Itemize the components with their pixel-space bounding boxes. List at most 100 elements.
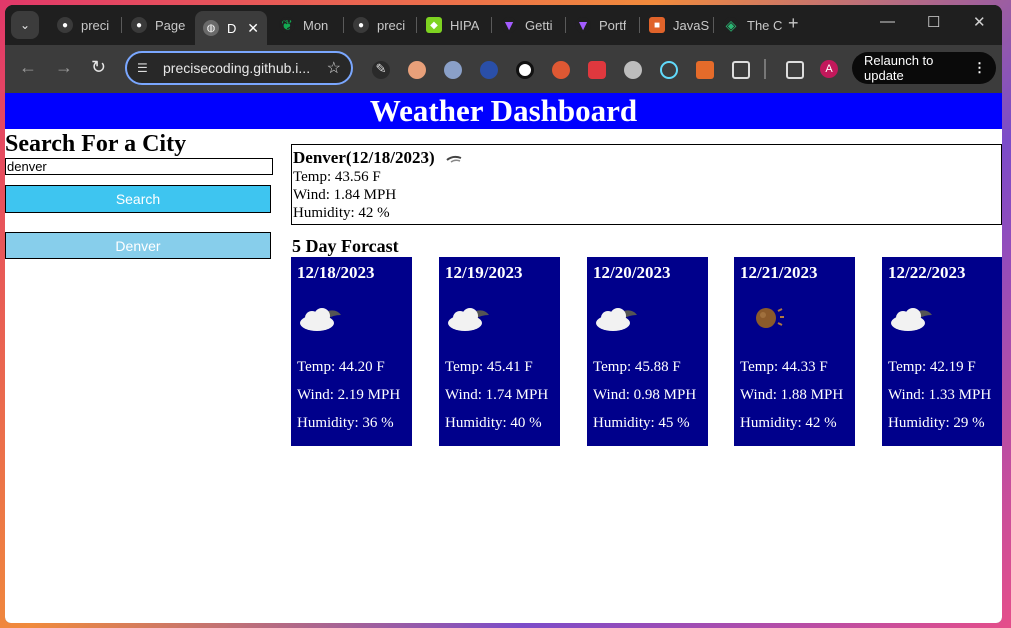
back-arrow-icon[interactable]: ←: [19, 57, 37, 78]
tab-title: Mon: [303, 17, 329, 33]
lock-extension-icon[interactable]: [516, 61, 534, 79]
current-temp: Temp: 43.56 F: [293, 169, 381, 185]
forecast-date: 12/21/2023: [740, 263, 818, 282]
tab-title: Page: [155, 17, 186, 33]
vite-icon: ▼: [501, 17, 517, 33]
globe-icon: ◍: [203, 20, 219, 36]
tab-title: The C: [747, 17, 783, 33]
search-sidebar: Search For a City Search Denver: [5, 129, 275, 259]
forecast-temp: Temp: 44.20 F: [297, 359, 385, 375]
forecast-temp: Temp: 45.41 F: [445, 359, 533, 375]
tab-github-pages[interactable]: ● Page: [123, 11, 195, 39]
github-icon: ●: [131, 17, 147, 33]
search-button[interactable]: Search: [5, 185, 271, 213]
current-humidity: Humidity: 42 %: [293, 205, 390, 221]
tab-strip: ⌄ ● preci ● Page ◍ D ✕ ❦ Mon ● preci ◆ H…: [5, 5, 1002, 45]
forecast-date: 12/18/2023: [297, 263, 375, 282]
tab-separator: [343, 17, 344, 33]
tab-title: D: [227, 20, 237, 36]
github-icon: ●: [57, 17, 73, 33]
js-icon: ■: [649, 17, 665, 33]
forecast-card: 12/19/2023 Temp: 45.41 F Wind: 1.74 MPH …: [439, 257, 560, 446]
forward-arrow-icon[interactable]: →: [55, 57, 73, 78]
duckduckgo-icon[interactable]: [552, 61, 570, 79]
tab-title: JavaS: [673, 17, 710, 33]
history-city-button[interactable]: Denver: [5, 232, 271, 259]
toolbar-divider: [764, 59, 766, 79]
tab-hipaa[interactable]: ◆ HIPA: [418, 11, 490, 39]
current-weather-heading: Denver(12/18/2023): [293, 148, 1001, 168]
tab-github-2[interactable]: ● preci: [345, 11, 415, 39]
layers-icon: ◈: [723, 17, 739, 33]
mongodb-leaf-icon: ❦: [279, 17, 295, 33]
tab-the-c[interactable]: ◈ The C: [715, 11, 783, 39]
forecast-temp: Temp: 44.33 F: [740, 359, 828, 375]
address-bar[interactable]: ☰ precisecoding.github.i... ☆: [125, 51, 353, 85]
forecast-wind: Wind: 0.98 MPH: [593, 387, 697, 403]
relaunch-label: Relaunch to update: [864, 53, 934, 83]
bookmark-star-icon[interactable]: ☆: [327, 58, 341, 78]
menu-dots-icon[interactable]: ⋮: [973, 60, 986, 76]
forecast-humidity: Humidity: 45 %: [593, 415, 690, 431]
search-heading: Search For a City: [5, 131, 187, 157]
forecast-temp: Temp: 42.19 F: [888, 359, 976, 375]
tab-getting-started[interactable]: ▼ Getti: [493, 11, 563, 39]
eyedropper-extension-icon[interactable]: ✎: [372, 61, 390, 79]
forecast-date: 12/22/2023: [888, 263, 966, 282]
profile-avatar[interactable]: A: [820, 60, 838, 78]
tab-github-1[interactable]: ● preci: [49, 11, 119, 39]
tab-separator: [491, 17, 492, 33]
react-devtools-icon[interactable]: [660, 61, 678, 79]
city-search-input[interactable]: [5, 158, 273, 175]
tab-title: preci: [377, 17, 406, 33]
cloudy-night-icon: [445, 283, 560, 353]
tab-mongodb[interactable]: ❦ Mon: [271, 11, 341, 39]
page-content: Weather Dashboard Search For a City Sear…: [5, 93, 1002, 623]
cloudy-night-icon: [593, 283, 708, 353]
current-wind: Wind: 1.84 MPH: [293, 187, 397, 203]
extension-icon[interactable]: [588, 61, 606, 79]
clear-night-icon: [446, 155, 461, 163]
tab-search-button[interactable]: ⌄: [11, 11, 39, 39]
forecast-date: 12/19/2023: [445, 263, 523, 282]
extension-icon[interactable]: [408, 61, 426, 79]
tab-separator: [713, 17, 714, 33]
shield-extension-icon[interactable]: [444, 61, 462, 79]
minimize-icon[interactable]: —: [880, 13, 895, 30]
cloudy-night-icon: [297, 283, 412, 353]
tab-separator: [121, 17, 122, 33]
forecast-card: 12/20/2023 Temp: 45.88 F Wind: 0.98 MPH …: [587, 257, 708, 446]
forecast-date: 12/20/2023: [593, 263, 671, 282]
site-settings-icon[interactable]: ☰: [137, 61, 153, 75]
reload-icon[interactable]: ↻: [91, 57, 106, 78]
extension-icon[interactable]: [480, 61, 498, 79]
tab-portfolio[interactable]: ▼ Portf: [567, 11, 637, 39]
new-tab-plus-icon[interactable]: +: [788, 13, 799, 34]
github-icon: ●: [353, 17, 369, 33]
page-title: Weather Dashboard: [5, 93, 1002, 129]
tab-separator: [416, 17, 417, 33]
chevron-down-icon: ⌄: [19, 18, 31, 32]
tab-weather-dashboard-active[interactable]: ◍ D ✕: [195, 11, 267, 45]
puzzle-extensions-icon[interactable]: [732, 61, 750, 79]
cloudy-night-icon: [888, 283, 1002, 353]
lighthouse-icon[interactable]: [696, 61, 714, 79]
forecast-humidity: Humidity: 40 %: [445, 415, 542, 431]
forecast-wind: Wind: 1.88 MPH: [740, 387, 844, 403]
window-close-icon[interactable]: ✕: [973, 13, 986, 31]
vite-icon: ▼: [575, 17, 591, 33]
side-panel-icon[interactable]: [786, 61, 804, 79]
forecast-wind: Wind: 1.33 MPH: [888, 387, 992, 403]
maximize-icon[interactable]: ☐: [927, 13, 940, 31]
forecast-title: 5 Day Forcast: [292, 236, 399, 256]
tab-title: Getti: [525, 17, 553, 33]
relaunch-to-update-button[interactable]: Relaunch to update ⋮: [852, 52, 996, 84]
tab-javascript[interactable]: ■ JavaS: [641, 11, 711, 39]
close-tab-icon[interactable]: ✕: [247, 20, 259, 37]
extension-icon[interactable]: [624, 61, 642, 79]
current-city-date: Denver(12/18/2023): [293, 148, 435, 167]
partly-cloudy-night-icon: [740, 283, 855, 353]
forecast-card: 12/21/2023 Temp: 44.33 F Wind: 1.88 MPH …: [734, 257, 855, 446]
forecast-card: 12/18/2023 Temp: 44.20 F Wind: 2.19 MPH …: [291, 257, 412, 446]
forecast-wind: Wind: 2.19 MPH: [297, 387, 401, 403]
